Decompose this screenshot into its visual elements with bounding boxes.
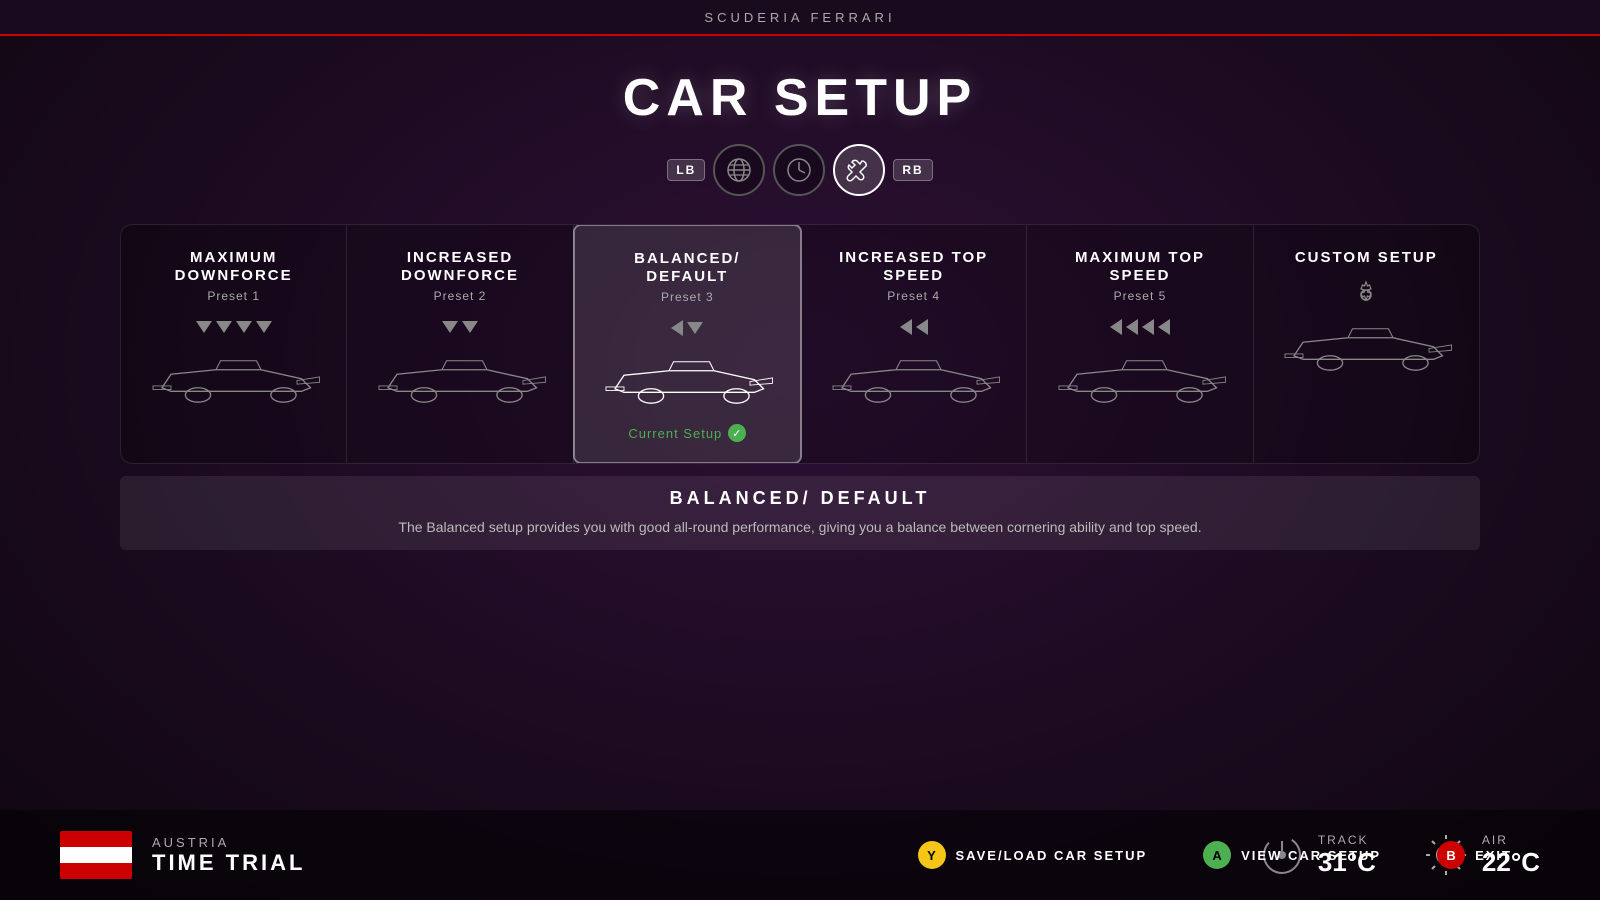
description-bar: BALANCED/ DEFAULT The Balanced setup pro…: [120, 476, 1480, 550]
car-graphic: [1050, 351, 1230, 411]
bottom-bar: AUSTRIA TIME TRIAL TRACK 31°C: [0, 810, 1600, 900]
y-button: Y: [918, 841, 946, 869]
preset-subtitle: Preset 4: [887, 289, 940, 303]
page-title: CAR SETUP: [623, 68, 977, 128]
check-icon: ✓: [728, 424, 746, 442]
location-text: AUSTRIA TIME TRIAL: [152, 835, 305, 876]
main-content: CAR SETUP LB RB: [0, 36, 1600, 900]
wing-1: [900, 319, 912, 335]
car-graphic: [597, 352, 777, 412]
save-load-label: SAVE/LOAD CAR SETUP: [956, 848, 1148, 863]
wings-indicator: [196, 317, 272, 337]
flag-stripe-2: [60, 847, 132, 863]
current-setup-text: Current Setup: [628, 426, 722, 441]
tab-icons: LB RB: [667, 144, 932, 196]
top-bar: SCUDERIA FERRARI: [0, 0, 1600, 36]
a-button: A: [1203, 841, 1231, 869]
flag-stripe-3: [60, 863, 132, 879]
austria-flag: [60, 831, 132, 879]
view-car-label: VIEW CAR SETUP: [1241, 848, 1381, 863]
tools-tab[interactable]: [833, 144, 885, 196]
preset-subtitle: Preset 5: [1114, 289, 1167, 303]
preset-subtitle: Preset 3: [661, 290, 714, 304]
wing-1: [442, 321, 458, 333]
preset-max-downforce[interactable]: MAXIMUM DOWNFORCE Preset 1: [121, 225, 347, 463]
wing-4: [256, 321, 272, 333]
flag-stripe-1: [60, 831, 132, 847]
wing-2: [1126, 319, 1138, 335]
wings-indicator: [671, 318, 703, 338]
wing-3: [1142, 319, 1154, 335]
wing-2: [916, 319, 928, 335]
preset-balanced[interactable]: BALANCED/ DEFAULT Preset 3 Current Setup…: [573, 224, 802, 464]
car-graphic: [824, 351, 1004, 411]
car-graphic: [1276, 319, 1456, 379]
preset-title: BALANCED/ DEFAULT: [591, 250, 784, 286]
tab-lb[interactable]: LB: [667, 159, 705, 181]
preset-max-top-speed[interactable]: MAXIMUM TOP SPEED Preset 5: [1027, 225, 1253, 463]
gear-icon: [1351, 280, 1381, 310]
exit-button[interactable]: B EXIT: [1409, 841, 1540, 869]
preset-subtitle: Preset 1: [207, 289, 260, 303]
preset-title: INCREASED DOWNFORCE: [363, 249, 556, 285]
wings-indicator: [1351, 285, 1381, 305]
save-load-button[interactable]: Y SAVE/LOAD CAR SETUP: [890, 841, 1176, 869]
wing-4: [1158, 319, 1170, 335]
wing-1: [671, 320, 683, 336]
desc-text: The Balanced setup provides you with goo…: [144, 517, 1456, 538]
team-name: SCUDERIA FERRARI: [704, 10, 895, 25]
preset-title: CUSTOM SETUP: [1295, 249, 1438, 267]
preset-subtitle: Preset 2: [434, 289, 487, 303]
preset-increased-downforce[interactable]: INCREASED DOWNFORCE Preset 2: [347, 225, 573, 463]
action-buttons: Y SAVE/LOAD CAR SETUP A VIEW CAR SETUP B…: [890, 810, 1600, 900]
preset-increased-top-speed[interactable]: INCREASED TOP SPEED Preset 4: [801, 225, 1027, 463]
preset-custom-setup[interactable]: CUSTOM SETUP: [1254, 225, 1479, 463]
wing-2: [687, 322, 703, 334]
preset-title: INCREASED TOP SPEED: [817, 249, 1010, 285]
wings-indicator: [1110, 317, 1170, 337]
current-setup-label: Current Setup ✓: [628, 424, 746, 442]
wing-1: [196, 321, 212, 333]
preset-title: MAXIMUM DOWNFORCE: [137, 249, 330, 285]
desc-title: BALANCED/ DEFAULT: [144, 488, 1456, 509]
exit-label: EXIT: [1475, 848, 1512, 863]
wing-3: [236, 321, 252, 333]
wing-2: [462, 321, 478, 333]
clock-tab[interactable]: [773, 144, 825, 196]
b-button: B: [1437, 841, 1465, 869]
preset-title: MAXIMUM TOP SPEED: [1043, 249, 1236, 285]
view-car-button[interactable]: A VIEW CAR SETUP: [1175, 841, 1409, 869]
presets-container: MAXIMUM DOWNFORCE Preset 1 INCREASED DOW…: [120, 224, 1480, 464]
tab-rb[interactable]: RB: [893, 159, 932, 181]
wings-indicator: [900, 317, 928, 337]
car-graphic: [370, 351, 550, 411]
wing-1: [1110, 319, 1122, 335]
country-name: AUSTRIA: [152, 835, 305, 850]
location-info: AUSTRIA TIME TRIAL: [60, 831, 305, 879]
wings-indicator: [442, 317, 478, 337]
globe-tab[interactable]: [713, 144, 765, 196]
car-graphic: [144, 351, 324, 411]
wing-2: [216, 321, 232, 333]
game-mode: TIME TRIAL: [152, 850, 305, 876]
